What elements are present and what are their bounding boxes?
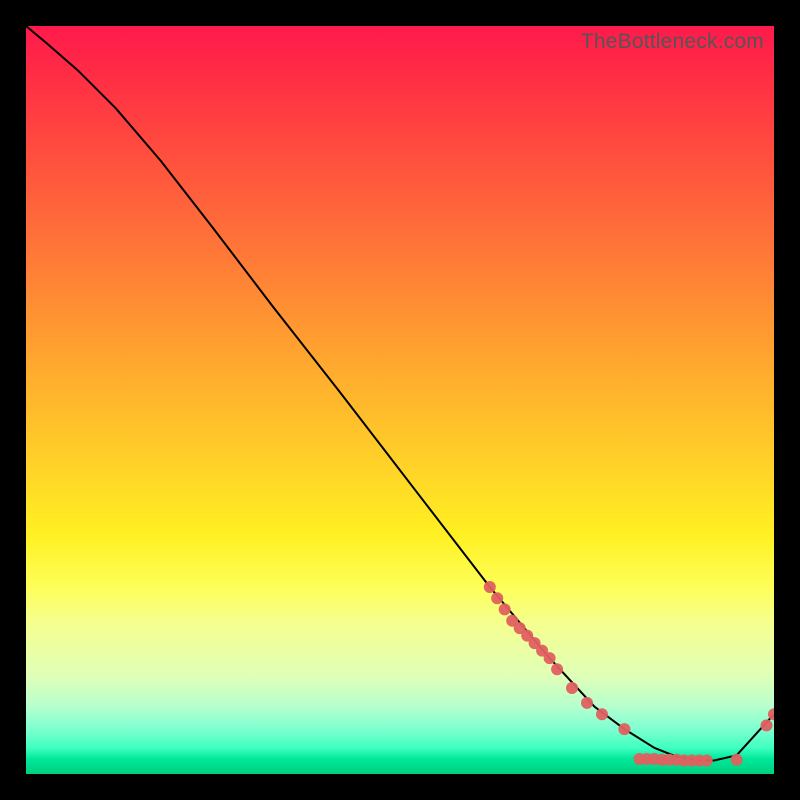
scatter-points xyxy=(484,581,774,767)
chart-frame: TheBottleneck.com xyxy=(0,0,800,800)
data-point xyxy=(731,754,743,766)
chart-plot-area: TheBottleneck.com xyxy=(26,26,774,774)
data-point xyxy=(581,697,593,709)
data-point xyxy=(596,708,608,720)
data-point xyxy=(701,755,713,767)
data-point xyxy=(761,719,773,731)
data-point xyxy=(499,603,511,615)
data-point xyxy=(491,592,503,604)
chart-overlay xyxy=(26,26,774,774)
data-point xyxy=(484,581,496,593)
data-point xyxy=(544,652,556,664)
data-point xyxy=(566,682,578,694)
data-point xyxy=(551,663,563,675)
data-point xyxy=(618,723,630,735)
bottleneck-curve xyxy=(26,26,774,761)
